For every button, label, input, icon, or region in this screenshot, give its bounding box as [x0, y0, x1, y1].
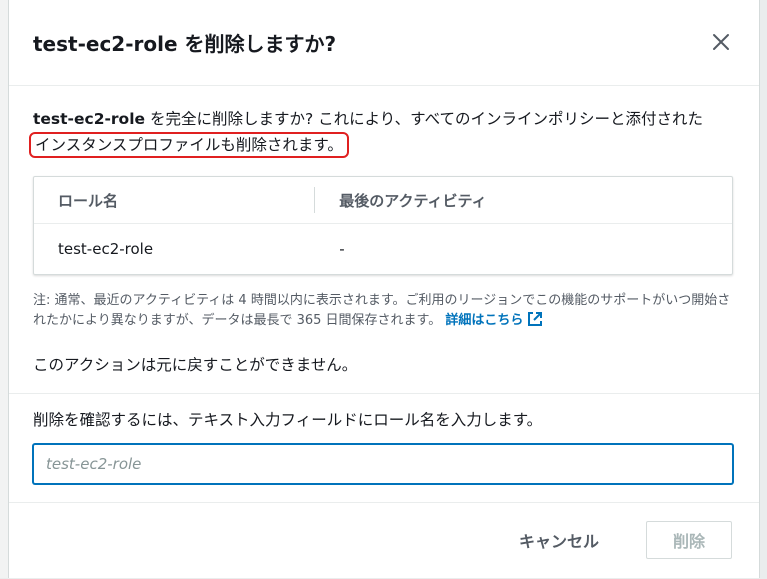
table-row: test-ec2-role - — [34, 224, 732, 274]
table-header-row: ロール名 最後のアクティビティ — [34, 177, 732, 224]
delete-description: test-ec2-role を完全に削除しますか? これにより、すべてのインライ… — [29, 106, 735, 158]
learn-more-link[interactable]: 詳細はこちら — [445, 312, 543, 328]
cancel-button[interactable]: キャンセル — [513, 521, 605, 559]
learn-more-label: 詳細はこちら — [445, 313, 524, 328]
cell-last-activity: - — [339, 240, 345, 258]
activity-note: 注: 通常、最近のアクティビティは 4 時間以内に表示されます。ご利用のリージョ… — [33, 291, 735, 331]
irreversible-warning: このアクションは元に戻すことができません。 — [33, 356, 358, 374]
role-activity-table: ロール名 最後のアクティビティ test-ec2-role - — [33, 176, 733, 275]
close-button[interactable] — [709, 30, 733, 54]
highlighted-warning-text: インスタンスプロファイルも削除されます。 — [29, 132, 349, 158]
description-role-name: test-ec2-role — [33, 110, 146, 128]
dialog-title-role: test-ec2-role — [33, 32, 178, 56]
dialog-header: test-ec2-role を削除しますか? — [9, 0, 759, 86]
delete-role-dialog: test-ec2-role を削除しますか? test-ec2-role を完全… — [8, 0, 760, 578]
cell-role-name: test-ec2-role — [58, 240, 154, 258]
page-backdrop — [0, 0, 8, 578]
dialog-footer: キャンセル 削除 — [9, 502, 759, 579]
description-text: を完全に削除しますか? これにより、すべてのインラインポリシーと添付された — [145, 110, 703, 128]
confirm-label: 削除を確認するには、テキスト入力フィールドにロール名を入力します。 — [33, 411, 543, 429]
column-header-last-activity: 最後のアクティビティ — [339, 191, 487, 210]
delete-button[interactable]: 削除 — [646, 521, 732, 559]
close-icon — [713, 34, 729, 50]
section-divider — [9, 393, 759, 394]
dialog-title-suffix: を削除しますか? — [177, 32, 337, 56]
dialog-body: test-ec2-role を完全に削除しますか? これにより、すべてのインライ… — [9, 86, 759, 484]
column-header-role-name: ロール名 — [34, 177, 316, 223]
external-link-icon — [528, 312, 543, 326]
role-name-confirm-input[interactable] — [33, 444, 733, 484]
dialog-title: test-ec2-role を削除しますか? — [33, 28, 336, 57]
note-text: 注: 通常、最近のアクティビティは 4 時間以内に表示されます。ご利用のリージョ… — [33, 293, 731, 328]
